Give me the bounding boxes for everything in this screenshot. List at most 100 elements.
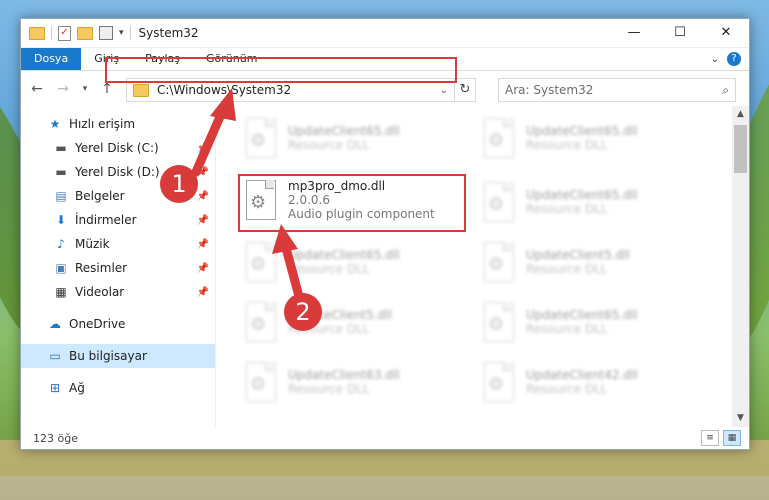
file-item[interactable]: ⚙ UpdateClient65.dll Resource DLL <box>242 236 472 288</box>
nav-item-videos[interactable]: ▦ Videolar 📌 <box>21 280 215 304</box>
explorer-body: ★ Hızlı erişim ▬ Yerel Disk (C:) 📌 ▬ Yerel D… <box>21 106 749 427</box>
tiles-view-icon[interactable]: ▦ <box>723 430 741 446</box>
maximize-button[interactable]: ☐ <box>657 19 703 47</box>
properties-check-icon[interactable]: ✓ <box>58 25 71 41</box>
dll-file-icon: ⚙ <box>480 362 516 402</box>
nav-label: Ağ <box>69 381 85 395</box>
ribbon-tabs: Dosya Giriş Paylaş Görünüm ⌄ ? <box>21 48 749 71</box>
file-item[interactable]: ⚙ UpdateClient63.dll Resource DLL <box>242 356 472 408</box>
nav-label: OneDrive <box>69 317 126 331</box>
nav-label: Resimler <box>75 261 128 275</box>
details-view-icon[interactable]: ≡ <box>701 430 719 446</box>
view-switcher: ≡ ▦ <box>701 430 749 446</box>
file-item[interactable]: ⚙ UpdateClient65.dll Resource DLL <box>480 112 710 164</box>
scroll-up-icon[interactable]: ▲ <box>732 106 749 123</box>
nav-label: İndirmeler <box>75 213 137 227</box>
pin-icon[interactable]: 📌 <box>197 167 209 178</box>
customize-toolbar-icon[interactable] <box>99 26 113 40</box>
file-list: ⚙ UpdateClient65.dll Resource DLL ⚙ Updat… <box>216 106 749 427</box>
dll-file-icon: ⚙ <box>242 118 278 158</box>
nav-label: Bu bilgisayar <box>69 349 147 363</box>
item-count: 123 öğe <box>33 431 78 445</box>
computer-icon: ▭ <box>49 349 61 363</box>
file-name: UpdateClient5.dll <box>526 248 630 262</box>
toolbar-separator <box>129 26 131 40</box>
quick-access-toolbar: ✓ ▾ <box>21 25 131 41</box>
nav-item-downloads[interactable]: ⬇ İndirmeler 📌 <box>21 208 215 232</box>
pin-icon[interactable]: 📌 <box>197 287 209 298</box>
folder-icon <box>29 26 45 40</box>
up-arrow-icon[interactable]: ↑ <box>97 81 117 97</box>
file-name: UpdateClient63.dll <box>288 368 400 382</box>
address-row: ← → ▾ ↑ C:\Windows\System32 ⌄ ↻ Ara: Sys… <box>21 71 749 107</box>
dll-file-icon: ⚙ <box>480 118 516 158</box>
network-icon: ⊞ <box>49 381 61 395</box>
pin-icon[interactable]: 📌 <box>197 239 209 250</box>
nav-item-music[interactable]: ♪ Müzik 📌 <box>21 232 215 256</box>
nav-label: Yerel Disk (D:) <box>75 165 160 179</box>
file-description: Resource DLL <box>526 382 608 396</box>
dll-file-icon: ⚙ <box>242 180 278 220</box>
file-name: UpdateClient42.dll <box>526 368 638 382</box>
search-input[interactable]: Ara: System32 ⌕ <box>498 78 736 102</box>
recent-locations-chevron-icon[interactable]: ▾ <box>79 84 91 94</box>
back-arrow-icon[interactable]: ← <box>27 81 47 97</box>
pin-icon[interactable]: 📌 <box>197 263 209 274</box>
file-version: 2.0.0.6 <box>288 193 330 207</box>
tab-file[interactable]: Dosya <box>21 48 82 70</box>
file-description: Resource DLL <box>526 322 608 336</box>
pin-icon[interactable]: 📌 <box>197 143 209 154</box>
file-name: UpdateClient65.dll <box>288 124 400 138</box>
file-item-mp3pro-dmo[interactable]: ⚙ mp3pro_dmo.dll 2.0.0.6 Audio plugin comp… <box>242 168 472 232</box>
nav-item-network[interactable]: ⊞ Ağ <box>21 376 215 400</box>
search-placeholder: Ara: System32 <box>505 83 594 97</box>
file-item[interactable]: ⚙ UpdateClient65.dll Resource DLL <box>242 112 472 164</box>
tab-share[interactable]: Paylaş <box>132 48 193 70</box>
nav-item-pictures[interactable]: ▣ Resimler 📌 <box>21 256 215 280</box>
pin-icon[interactable]: 📌 <box>197 215 209 226</box>
tab-home[interactable]: Giriş <box>81 48 132 70</box>
file-item[interactable]: ⚙ UpdateClient65.dll Resource DLL <box>480 176 710 228</box>
drive-icon: ▬ <box>55 141 67 155</box>
file-description: Resource DLL <box>526 262 608 276</box>
file-name: UpdateClient65.dll <box>526 188 638 202</box>
nav-label: Belgeler <box>75 189 125 203</box>
file-item[interactable]: ⚙ UpdateClient5.dll Resource DLL <box>242 296 472 348</box>
address-bar[interactable]: C:\Windows\System32 ⌄ ↻ <box>126 78 476 102</box>
file-item[interactable]: ⚙ UpdateClient65.dll Resource DLL <box>480 296 710 348</box>
file-name: mp3pro_dmo.dll <box>288 179 386 193</box>
forward-arrow-icon[interactable]: → <box>53 81 73 97</box>
minimize-button[interactable]: — <box>611 19 657 47</box>
nav-item-this-pc[interactable]: ▭ Bu bilgisayar <box>21 344 215 368</box>
cloud-icon: ☁ <box>49 317 61 331</box>
file-name: UpdateClient65.dll <box>288 248 400 262</box>
nav-label: Videolar <box>75 285 125 299</box>
dll-file-icon: ⚙ <box>480 182 516 222</box>
search-icon: ⌕ <box>722 82 729 97</box>
refresh-icon[interactable]: ↻ <box>454 79 475 101</box>
scroll-down-icon[interactable]: ▼ <box>732 410 749 427</box>
address-path[interactable]: C:\Windows\System32 <box>157 83 291 97</box>
toolbar-separator <box>51 26 52 40</box>
star-icon: ★ <box>49 117 61 131</box>
scrollbar-thumb[interactable] <box>734 125 747 173</box>
chevron-down-icon[interactable]: ⌄ <box>440 85 454 96</box>
chevron-down-icon[interactable]: ▾ <box>119 28 124 38</box>
nav-item-onedrive[interactable]: ☁ OneDrive <box>21 312 215 336</box>
nav-item-drive-c[interactable]: ▬ Yerel Disk (C:) 📌 <box>21 136 215 160</box>
file-item[interactable]: ⚙ UpdateClient42.dll Resource DLL <box>480 356 710 408</box>
vertical-scrollbar[interactable]: ▲ ▼ <box>732 106 749 427</box>
file-item[interactable]: ⚙ UpdateClient5.dll Resource DLL <box>480 236 710 288</box>
new-folder-icon[interactable] <box>77 26 93 40</box>
nav-label: Hızlı erişim <box>69 117 136 131</box>
dll-file-icon: ⚙ <box>480 302 516 342</box>
pictures-icon: ▣ <box>55 261 67 275</box>
pin-icon[interactable]: 📌 <box>197 191 209 202</box>
expand-ribbon-icon[interactable]: ⌄ <box>711 54 719 65</box>
nav-item-quick-access[interactable]: ★ Hızlı erişim <box>21 112 215 136</box>
tab-view[interactable]: Görünüm <box>193 48 270 70</box>
file-description: Audio plugin component <box>288 207 435 221</box>
nav-label: Müzik <box>75 237 110 251</box>
close-button[interactable]: ✕ <box>703 19 749 47</box>
help-icon[interactable]: ? <box>727 52 741 66</box>
